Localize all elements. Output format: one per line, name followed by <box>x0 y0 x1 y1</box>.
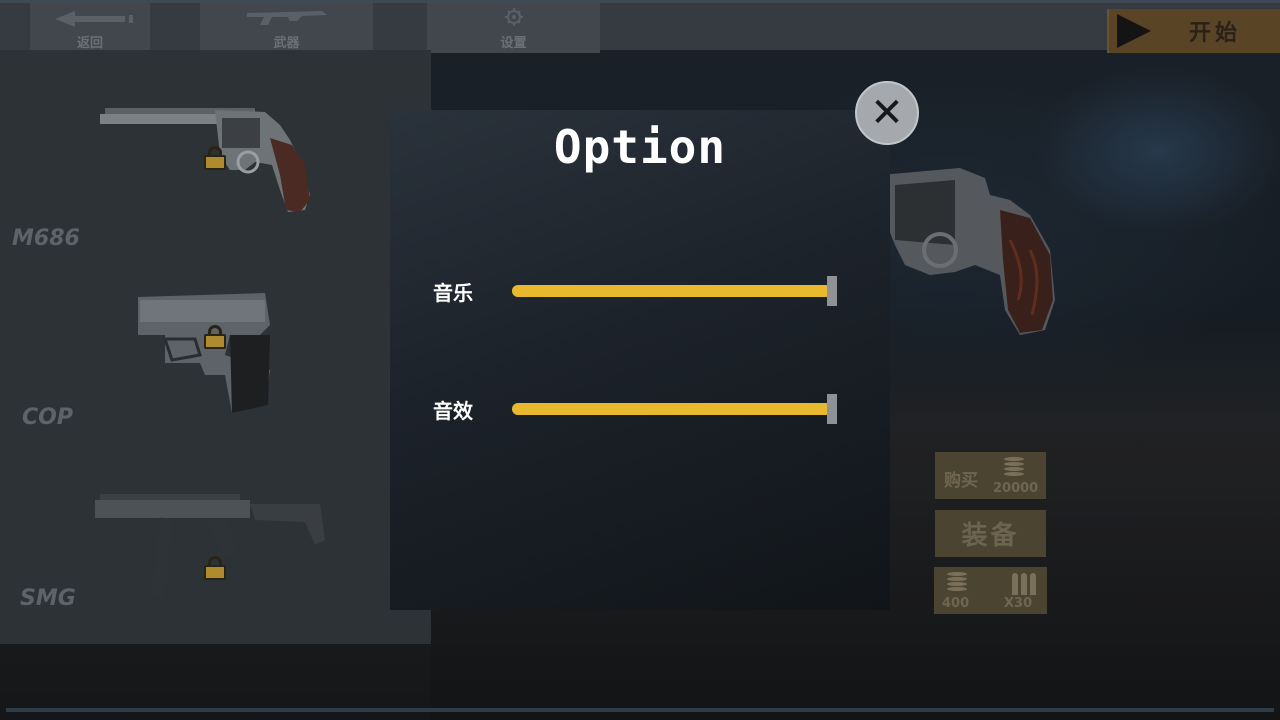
weapon-name-smg: SMG <box>20 586 76 611</box>
back-label: 返回 <box>76 36 103 51</box>
padlock-icon <box>204 556 226 580</box>
weapon-item-smg[interactable]: SMG <box>0 420 431 611</box>
weapon-list-panel: M686 COP SMG <box>0 50 431 644</box>
dialog-title: Option <box>553 120 727 174</box>
play-arrow-icon <box>1117 14 1151 48</box>
sfx-volume-handle[interactable] <box>827 394 837 424</box>
music-label: 音乐 <box>433 281 473 305</box>
buy-label: 购买 <box>944 471 978 491</box>
bottom-strip <box>6 708 1274 712</box>
buy-ammo-button[interactable]: 400 X30 <box>934 567 1047 614</box>
equip-label: 装备 <box>961 521 1020 551</box>
ammo-price: 400 <box>942 596 970 611</box>
settings-button[interactable]: 设置 <box>427 3 600 53</box>
padlock-icon <box>204 146 226 170</box>
sfx-volume-fill <box>512 403 832 415</box>
settings-label: 设置 <box>500 36 527 51</box>
close-icon: ✕ <box>870 90 904 136</box>
sfx-volume-slider[interactable] <box>512 394 837 424</box>
weapon-item-m686[interactable]: M686 <box>0 50 431 251</box>
music-volume-fill <box>512 285 832 297</box>
back-arrow-icon <box>45 10 135 30</box>
music-volume-row: 音乐 <box>390 273 890 309</box>
weapons-label: 武器 <box>273 36 300 51</box>
buy-button[interactable]: 购买 20000 <box>935 452 1046 499</box>
rifle-icon <box>242 7 332 30</box>
coin-stack-icon <box>946 571 970 592</box>
bullets-icon <box>1012 569 1038 595</box>
ammo-amount: X30 <box>1004 596 1033 611</box>
start-button[interactable]: 开始 <box>1107 9 1280 53</box>
buy-price: 20000 <box>993 481 1039 496</box>
close-button[interactable]: ✕ <box>855 81 919 145</box>
gear-icon <box>504 7 524 30</box>
sfx-volume-row: 音效 <box>390 391 890 427</box>
start-label: 开始 <box>1189 21 1242 46</box>
revolver-image <box>100 108 310 212</box>
weapon-item-cop[interactable]: COP <box>0 235 431 430</box>
options-dialog: Option 音乐 音效 <box>390 110 890 610</box>
coin-stack-icon <box>1003 456 1027 477</box>
weapons-button[interactable]: 武器 <box>200 3 373 53</box>
back-button[interactable]: 返回 <box>30 3 150 53</box>
sfx-label: 音效 <box>433 399 473 423</box>
top-bar: 返回 武器 设置 开始 <box>0 0 1280 53</box>
music-volume-slider[interactable] <box>512 276 837 306</box>
padlock-icon <box>204 325 226 349</box>
music-volume-handle[interactable] <box>827 276 837 306</box>
equip-button[interactable]: 装备 <box>935 510 1046 557</box>
